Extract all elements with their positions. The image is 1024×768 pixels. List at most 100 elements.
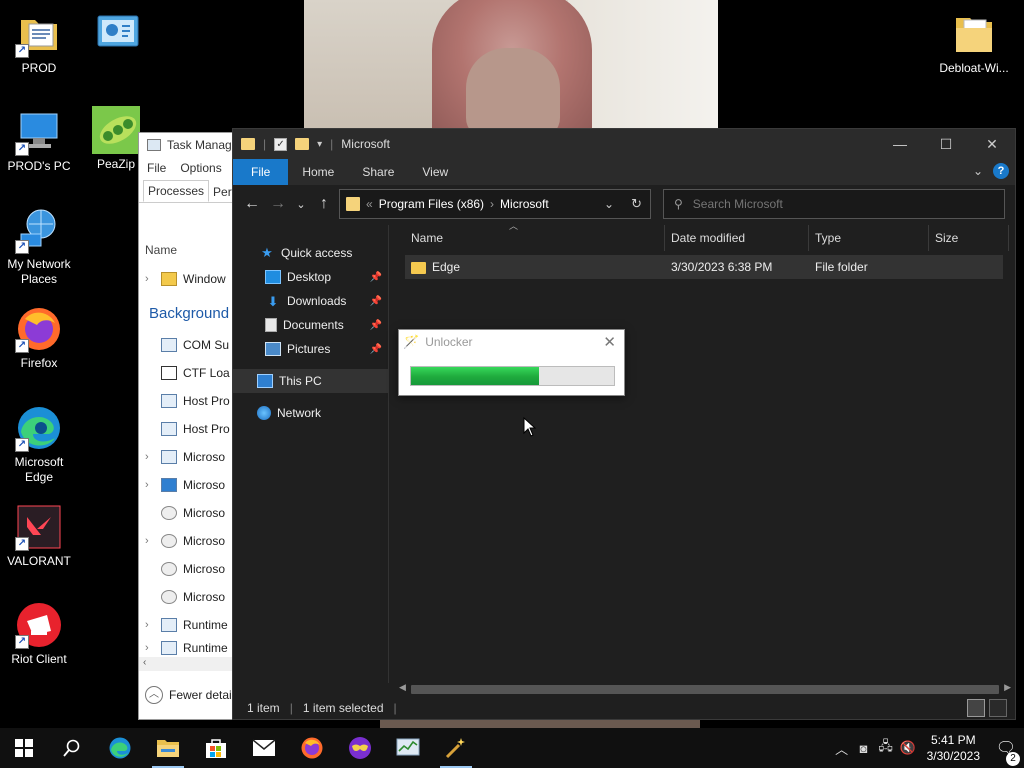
process-row[interactable]: Host Pro (145, 387, 230, 415)
customize-toolbar-icon[interactable]: ▾ (317, 139, 322, 150)
scroll-left-icon[interactable]: ‹ (143, 657, 146, 668)
fewer-details-button[interactable]: ︿ Fewer detai (145, 686, 232, 704)
taskbar-task-manager[interactable] (384, 728, 432, 768)
breadcrumb-program-files[interactable]: Program Files (x86) (379, 197, 484, 211)
nav-item-downloads[interactable]: ⬇ Downloads 📌 (233, 289, 388, 313)
task-manager-titlebar[interactable]: Task Manag (139, 133, 247, 157)
new-folder-icon[interactable] (295, 138, 310, 150)
process-row[interactable]: › Runtime (145, 639, 228, 657)
chevron-right-icon[interactable]: › (145, 451, 155, 463)
taskbar-edge[interactable] (96, 728, 144, 768)
chevron-up-icon[interactable]: ︿ (831, 739, 853, 758)
process-row[interactable]: Microso (145, 499, 225, 527)
details-view-icon[interactable] (967, 699, 985, 717)
minimize-button[interactable]: — (877, 129, 923, 159)
address-bar[interactable]: « Program Files (x86) › Microsoft ⌄ ↻ (339, 189, 651, 219)
nav-item-desktop[interactable]: Desktop 📌 (233, 265, 388, 289)
chevron-right-icon[interactable]: › (145, 273, 155, 285)
chevron-left-icon[interactable]: « (366, 197, 373, 211)
process-row[interactable]: › Microso (145, 471, 225, 499)
expand-ribbon-icon[interactable]: ⌄ (973, 164, 983, 178)
ribbon-tab-file[interactable]: File (233, 159, 289, 185)
column-header-name[interactable]: Name (145, 243, 177, 257)
close-icon[interactable]: ✕ (603, 333, 616, 351)
process-row[interactable]: › Microso (145, 527, 225, 555)
menu-options[interactable]: Options (180, 161, 221, 175)
ribbon-tab-view[interactable]: View (408, 159, 462, 185)
scrollbar-thumb[interactable] (411, 685, 999, 694)
close-button[interactable]: ✕ (969, 129, 1015, 159)
chevron-right-icon[interactable]: › (490, 197, 494, 211)
column-header-type[interactable]: Type (809, 225, 929, 251)
column-header-name[interactable]: Name (405, 225, 665, 251)
up-arrow-icon[interactable]: ↑ (311, 195, 337, 213)
chevron-right-icon[interactable]: › (145, 535, 155, 547)
nav-item-network[interactable]: Network (233, 401, 388, 425)
search-box[interactable]: ⚲ (663, 189, 1005, 219)
chevron-right-icon[interactable]: › (145, 619, 155, 631)
process-row[interactable]: › Window (145, 265, 226, 293)
taskbar-app-mask[interactable] (336, 728, 384, 768)
taskbar-microsoft-store[interactable] (192, 728, 240, 768)
network-icon[interactable]: 🖧 (875, 737, 897, 759)
desktop-icon-prod[interactable]: ↗ PROD (1, 10, 77, 76)
taskbar-file-explorer[interactable] (144, 728, 192, 768)
taskbar-unlocker[interactable] (432, 728, 480, 768)
network-icon (257, 406, 271, 420)
notifications-button[interactable]: 🗨 2 (988, 738, 1024, 766)
nav-item-quick-access[interactable]: ★ Quick access (233, 241, 388, 265)
column-header-date[interactable]: Date modified (665, 225, 809, 251)
back-arrow-icon[interactable]: ← (239, 195, 265, 213)
process-row[interactable]: CTF Loa (145, 359, 230, 387)
nav-item-pictures[interactable]: Pictures 📌 (233, 337, 388, 361)
desktop-icon-prods-pc[interactable]: ↗ PROD's PC (1, 108, 77, 174)
process-row[interactable]: COM Su (145, 331, 229, 359)
large-icons-view-icon[interactable] (989, 699, 1007, 717)
unlocker-titlebar[interactable]: 🪄 Unlocker ✕ (399, 330, 624, 354)
tab-processes[interactable]: Processes (143, 180, 210, 202)
search-button[interactable] (48, 728, 96, 768)
clock[interactable]: 5:41 PM 3/30/2023 (919, 732, 988, 764)
desktop-icon-network-places[interactable]: ↗ My Network Places (1, 206, 77, 287)
scroll-left-icon[interactable]: ◀ (399, 682, 406, 693)
chevron-right-icon[interactable]: › (145, 479, 155, 491)
process-row[interactable]: Host Pro (145, 415, 230, 443)
unlocker-dialog[interactable]: 🪄 Unlocker ✕ (398, 329, 625, 396)
help-icon[interactable]: ? (993, 163, 1009, 179)
scroll-right-icon[interactable]: ▶ (1004, 682, 1011, 693)
file-explorer-window[interactable]: | ✓ ▾ | Microsoft — ☐ ✕ File Home Share … (232, 128, 1016, 720)
search-input[interactable] (692, 197, 973, 211)
menu-file[interactable]: File (147, 161, 166, 175)
forward-arrow-icon[interactable]: → (265, 195, 291, 213)
file-row[interactable]: Edge 3/30/2023 6:38 PM File folder (405, 255, 1003, 279)
taskbar-mail[interactable] (240, 728, 288, 768)
horizontal-scrollbar[interactable]: ◀ ▶ (397, 682, 1015, 696)
properties-icon[interactable]: ✓ (274, 137, 288, 151)
maximize-button[interactable]: ☐ (923, 129, 969, 159)
desktop-icon-valorant[interactable]: ↗ VALORANT (1, 503, 77, 569)
nav-item-documents[interactable]: Documents 📌 (233, 313, 388, 337)
desktop-icon-riot-client[interactable]: ↗ Riot Client (1, 601, 77, 667)
desktop-icon-edge[interactable]: ↗ Microsoft Edge (1, 404, 77, 485)
chevron-right-icon[interactable]: › (145, 642, 155, 654)
desktop-icon-firefox[interactable]: ↗ Firefox (1, 305, 77, 371)
ribbon-tab-share[interactable]: Share (348, 159, 408, 185)
process-row[interactable]: › Microso (145, 443, 225, 471)
refresh-icon[interactable]: ↻ (631, 196, 642, 212)
column-header-size[interactable]: Size (929, 225, 1009, 251)
desktop-icon-control-panel[interactable] (80, 10, 156, 61)
volume-muted-icon[interactable]: 🔇 (897, 740, 919, 756)
process-row[interactable]: Microso (145, 583, 225, 611)
process-row[interactable]: Microso (145, 555, 225, 583)
ribbon-tab-home[interactable]: Home (288, 159, 348, 185)
chevron-down-icon[interactable]: ⌄ (604, 197, 614, 211)
taskbar-firefox[interactable] (288, 728, 336, 768)
breadcrumb-microsoft[interactable]: Microsoft (500, 197, 549, 211)
start-button[interactable] (0, 728, 48, 768)
nav-item-this-pc[interactable]: This PC (233, 369, 388, 393)
process-row[interactable]: › Runtime (145, 611, 228, 639)
webcam-tray-icon[interactable]: ◙ (853, 741, 875, 756)
desktop-icon-debloat[interactable]: Debloat-Wi... (936, 10, 1012, 76)
recent-locations-icon[interactable]: ⌄ (291, 198, 311, 211)
explorer-titlebar[interactable]: | ✓ ▾ | Microsoft — ☐ ✕ (233, 129, 1015, 159)
